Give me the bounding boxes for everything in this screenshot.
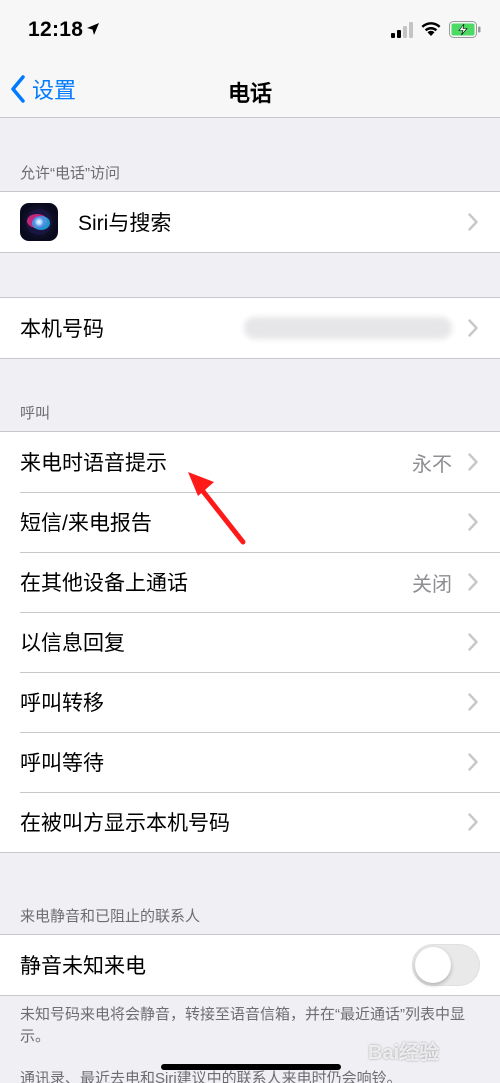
sms-call-reporting-label: 短信/来电报告 — [20, 512, 152, 535]
group-my-number: 本机号码 — [0, 297, 500, 359]
call-waiting-label: 呼叫等待 — [20, 752, 104, 775]
silence-unknown-callers-row: 静音未知来电 — [0, 935, 500, 995]
group-calls: 来电时语音提示 永不 短信/来电报告 在其他设备上通话 关闭 以信息回复 呼叫转… — [0, 431, 500, 853]
group-allow-access: Siri与搜索 — [0, 191, 500, 253]
chevron-right-icon — [468, 213, 478, 231]
cellular-signal-icon — [391, 22, 413, 38]
call-forwarding-row[interactable]: 呼叫转移 — [0, 672, 500, 732]
navigation-bar: 设置 电话 — [0, 60, 500, 118]
my-number-label: 本机号码 — [20, 318, 104, 341]
siri-search-label: Siri与搜索 — [78, 212, 172, 235]
siri-icon — [20, 203, 58, 241]
silence-unknown-callers-label: 静音未知来电 — [20, 955, 146, 978]
show-caller-id-row[interactable]: 在被叫方显示本机号码 — [0, 792, 500, 852]
announce-calls-label: 来电时语音提示 — [20, 452, 167, 475]
respond-with-text-label: 以信息回复 — [20, 632, 125, 655]
section-header-allow-access: 允许“电话”访问 — [20, 165, 120, 182]
location-arrow-icon — [87, 23, 99, 35]
chevron-right-icon — [468, 453, 478, 471]
respond-with-text-row[interactable]: 以信息回复 — [0, 612, 500, 672]
wifi-icon — [421, 22, 441, 36]
status-bar: 12:18 — [0, 0, 500, 60]
sms-call-reporting-row[interactable]: 短信/来电报告 — [0, 492, 500, 552]
chevron-right-icon — [468, 513, 478, 531]
show-caller-id-label: 在被叫方显示本机号码 — [20, 812, 230, 835]
group-silence: 静音未知来电 — [0, 934, 500, 996]
my-number-row[interactable]: 本机号码 — [0, 298, 500, 358]
chevron-right-icon — [468, 813, 478, 831]
calls-on-other-devices-label: 在其他设备上通话 — [20, 572, 188, 595]
section-header-calls: 呼叫 — [20, 405, 51, 422]
announce-calls-value: 永不 — [412, 453, 452, 476]
calls-on-other-devices-row[interactable]: 在其他设备上通话 关闭 — [0, 552, 500, 612]
battery-charging-icon — [449, 21, 481, 38]
page-title: 电话 — [227, 81, 272, 106]
call-waiting-row[interactable]: 呼叫等待 — [0, 732, 500, 792]
announce-calls-row[interactable]: 来电时语音提示 永不 — [0, 432, 500, 492]
siri-search-row[interactable]: Siri与搜索 — [0, 192, 500, 252]
chevron-right-icon — [468, 753, 478, 771]
section-header-silence: 来电静音和已阻止的联系人 — [20, 908, 201, 925]
chevron-right-icon — [468, 319, 478, 337]
chevron-right-icon — [468, 693, 478, 711]
silence-unknown-callers-toggle[interactable] — [412, 944, 480, 986]
blurred-phone-number — [244, 317, 452, 339]
status-time: 12:18 — [28, 18, 84, 41]
silence-footer-note-2: 通讯录、最近去电和Siri建议中的联系人来电时仍会响铃。 — [20, 1070, 402, 1083]
baidu-watermark: Bai经验 — [368, 1042, 440, 1064]
chevron-right-icon — [468, 633, 478, 651]
toggle-knob — [415, 947, 451, 983]
home-indicator[interactable] — [161, 1064, 341, 1070]
call-forwarding-label: 呼叫转移 — [20, 692, 104, 715]
chevron-right-icon — [468, 573, 478, 591]
calls-on-other-devices-value: 关闭 — [412, 573, 452, 596]
